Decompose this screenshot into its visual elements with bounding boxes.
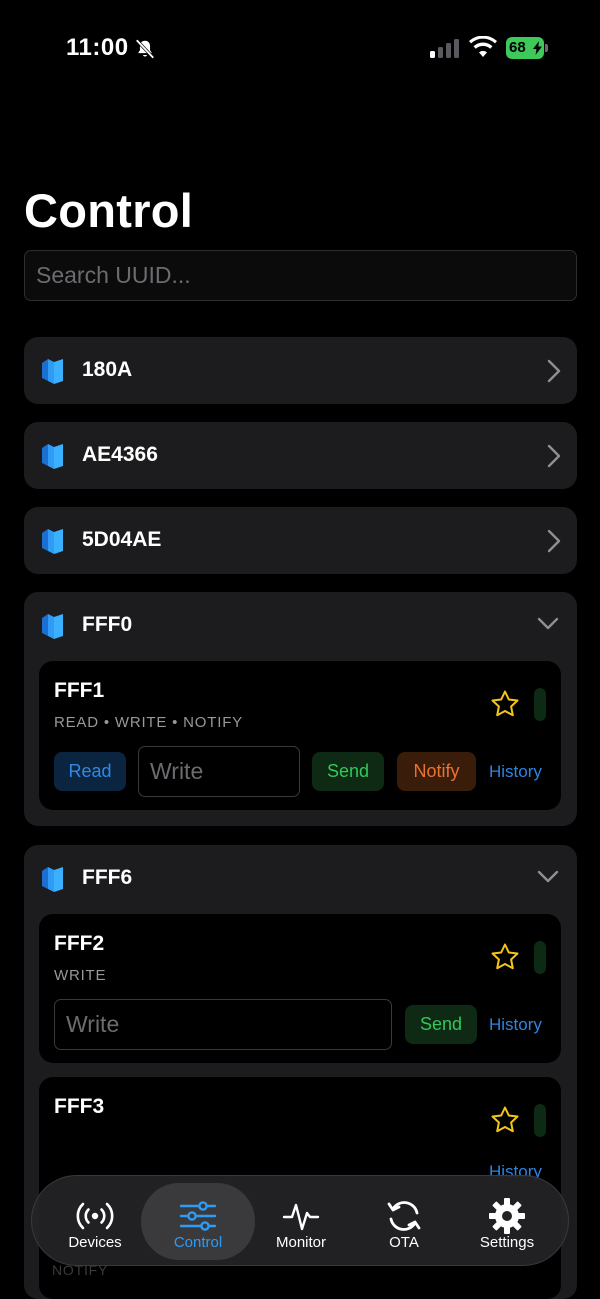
tab-bar: Devices Control Monitor OTA Settings [31,1175,569,1266]
service-header[interactable]: 180A [24,337,577,404]
service-name: 180A [82,358,133,381]
chevron-right-icon [547,359,561,383]
service-row[interactable]: AE4366 [24,422,577,489]
search-input[interactable] [25,251,576,300]
cube-icon [42,444,63,469]
tab-settings[interactable]: Settings [450,1183,564,1260]
tab-label: Monitor [275,1234,327,1251]
status-time: 11:00 [66,34,129,61]
notify-status-indicator [534,688,546,721]
characteristic-name: FFF3 [54,1095,105,1118]
write-field[interactable] [54,999,392,1050]
tab-label: Control [173,1234,223,1251]
history-link[interactable]: History [489,762,542,782]
send-button[interactable]: Send [405,1005,477,1044]
service-expanded: FFF0 FFF1 READ • WRITE • NOTIFY Read Sen… [24,592,577,826]
star-icon[interactable] [490,1105,520,1135]
service-header[interactable]: 5D04AE [24,507,577,574]
service-name: FFF6 [82,866,133,889]
tab-monitor[interactable]: Monitor [244,1183,358,1260]
tab-label: Devices [68,1234,122,1251]
characteristic-name: FFF1 [54,679,105,702]
service-header[interactable]: AE4366 [24,422,577,489]
sliders-icon [179,1201,217,1231]
broadcast-icon [76,1202,114,1230]
notify-button[interactable]: Notify [397,752,476,791]
signal-icon [430,39,459,58]
characteristic-card: FFF2 WRITE Send History [39,914,561,1063]
notify-status-indicator [534,941,546,974]
chevron-right-icon [547,529,561,553]
characteristic-name: FFF2 [54,932,105,955]
battery-indicator: 68 [506,37,548,59]
characteristic-card: FFF1 READ • WRITE • NOTIFY Read Send Not… [39,661,561,810]
refresh-icon [387,1201,421,1231]
tab-label: Settings [479,1234,535,1251]
page-title: Control [24,184,194,237]
search-field[interactable] [24,250,577,301]
service-name: AE4366 [82,443,158,466]
notify-status-indicator [534,1104,546,1137]
waveform-icon [282,1203,320,1231]
write-input[interactable] [55,1000,391,1049]
history-link[interactable]: History [489,1015,542,1035]
characteristic-properties: WRITE [54,967,107,984]
tab-ota[interactable]: OTA [347,1183,461,1260]
tab-control[interactable]: Control [141,1183,255,1260]
write-input[interactable] [139,747,299,796]
service-row[interactable]: 180A [24,337,577,404]
star-icon[interactable] [490,689,520,719]
cube-icon [42,867,63,892]
battery-charging-icon [533,41,542,55]
service-row[interactable]: 5D04AE [24,507,577,574]
characteristic-properties: READ • WRITE • NOTIFY [54,714,243,731]
tab-devices[interactable]: Devices [38,1183,152,1260]
bell-slash-icon [135,39,155,59]
service-name: 5D04AE [82,528,162,551]
chevron-right-icon [547,444,561,468]
service-name: FFF0 [82,613,133,636]
read-button[interactable]: Read [54,752,126,791]
chevron-down-icon [537,617,559,630]
gear-icon [489,1198,525,1234]
wifi-icon [469,36,497,57]
send-button[interactable]: Send [312,752,384,791]
cube-icon [42,529,63,554]
service-header[interactable]: FFF6 [24,845,577,912]
cube-icon [42,614,63,639]
tab-label: OTA [389,1234,419,1251]
cube-icon [42,359,63,384]
battery-cap [545,44,548,52]
star-icon[interactable] [490,942,520,972]
write-field[interactable] [138,746,300,797]
status-bar: 11:00 68 [0,0,600,96]
chevron-down-icon [537,870,559,883]
service-header[interactable]: FFF0 [24,592,577,659]
